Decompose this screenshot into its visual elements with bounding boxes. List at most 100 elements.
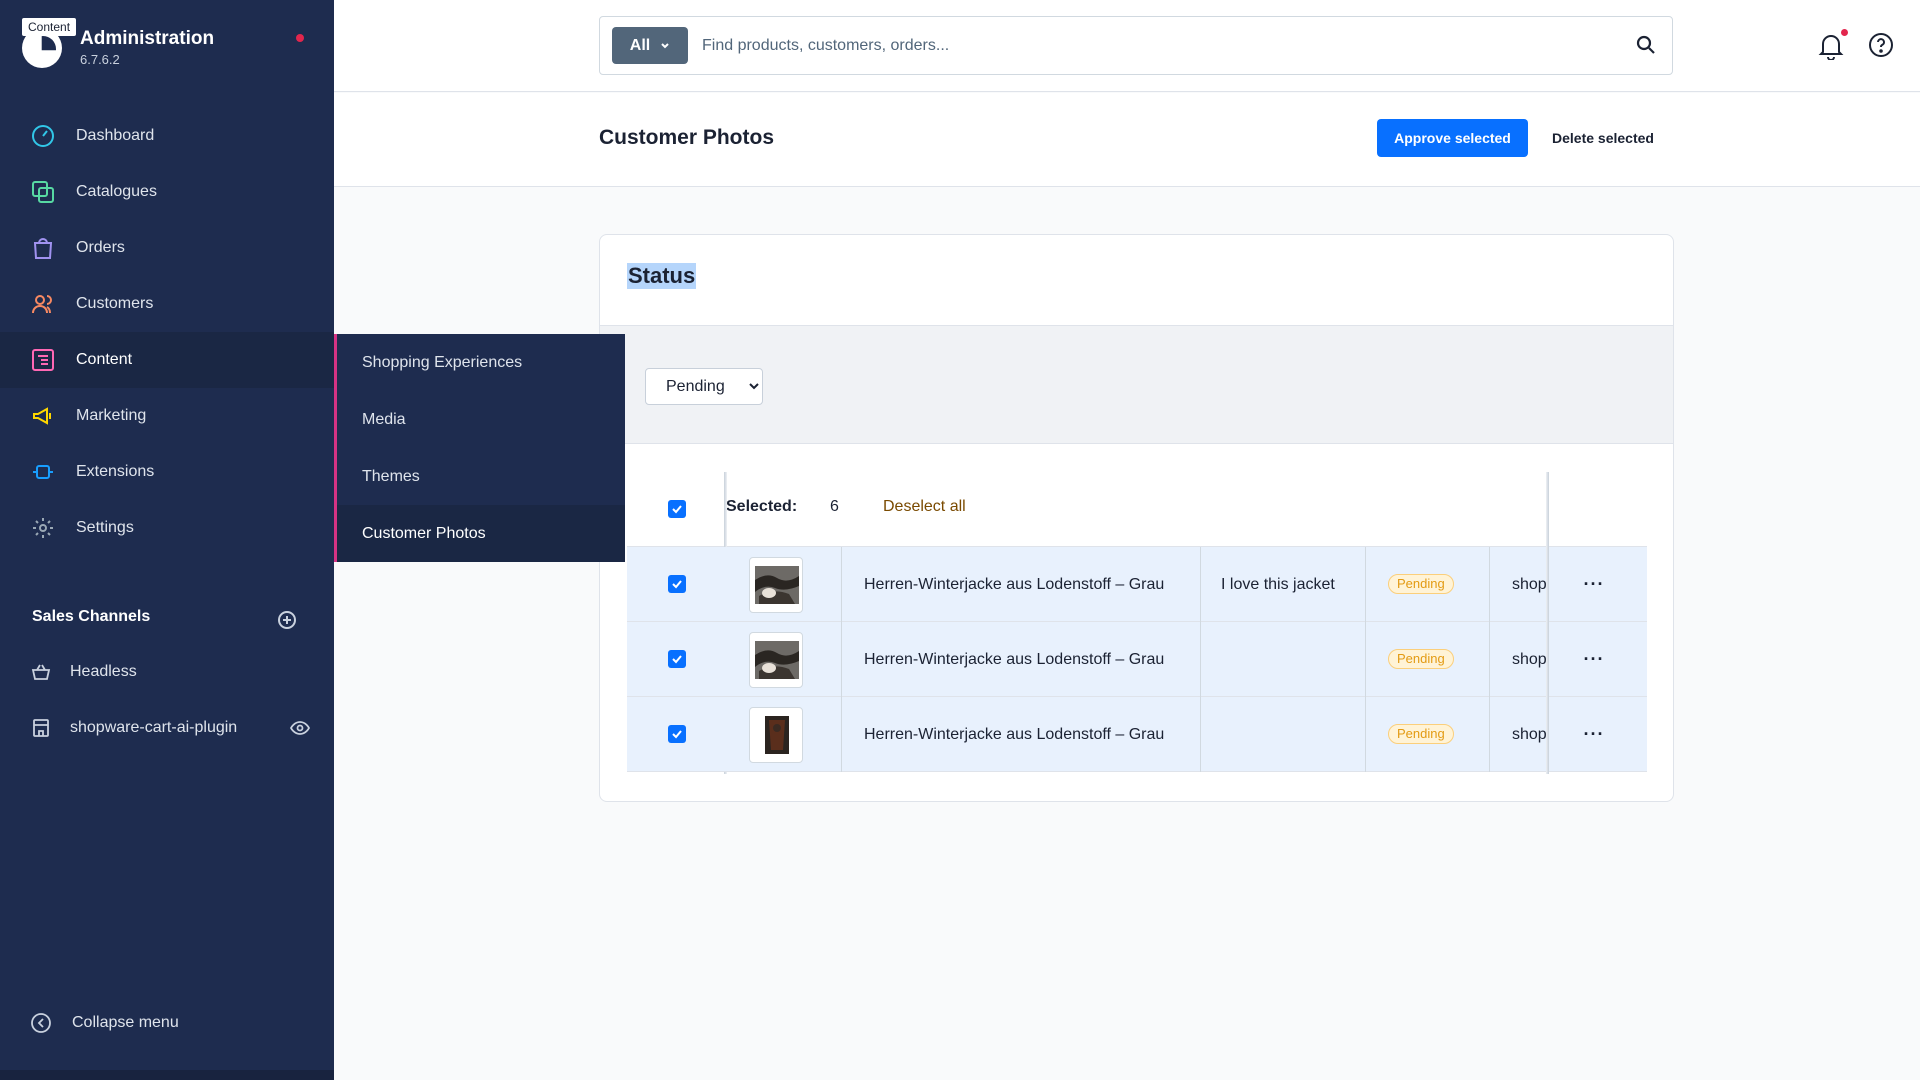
card-title: Status — [627, 263, 697, 289]
chevron-down-icon — [661, 42, 669, 48]
checkmark-icon — [672, 580, 682, 589]
cell-divider — [1200, 547, 1201, 622]
photo-thumbnail[interactable] — [749, 557, 803, 613]
cell-divider — [1365, 622, 1366, 697]
cell-divider — [1365, 697, 1366, 772]
nav-item-label: Catalogues — [76, 183, 157, 200]
row-actions-menu-icon[interactable]: ··· — [1579, 719, 1609, 749]
sidebar: Content Administration 6.7.6.2 Dashboard… — [0, 0, 334, 1080]
selected-label: Selected: — [726, 498, 798, 515]
row-actions-menu-icon[interactable]: ··· — [1579, 644, 1609, 674]
checkmark-icon — [672, 505, 682, 514]
chevron-left-circle-icon — [30, 1012, 52, 1034]
deselect-all-link[interactable]: Deselect all — [883, 498, 966, 516]
nav-item-label: Content — [76, 351, 133, 368]
status-filter-select[interactable]: Pending — [645, 368, 763, 405]
search-type-label: All — [629, 36, 651, 54]
product-name[interactable]: Herren-Winterjacke aus Lodenstoff – Grau — [864, 651, 1164, 669]
jacket-photo-icon — [755, 716, 799, 754]
flyout-item-customer-photos[interactable]: Customer Photos — [337, 505, 625, 562]
catalogue-icon — [30, 179, 56, 205]
content-flyout-menu: Shopping Experiences Media Themes Custom… — [334, 334, 625, 562]
cell-divider — [841, 697, 842, 772]
orders-icon — [30, 235, 56, 261]
table-row[interactable]: Herren-Winterjacke aus Lodenstoff – Grau… — [627, 622, 1647, 697]
grid-header: Selected: 6 Deselect all — [627, 472, 1647, 547]
comment-text: I love this jacket — [1221, 576, 1335, 593]
brand-name: Administration — [80, 28, 215, 49]
collapse-menu-label: Collapse menu — [72, 1014, 179, 1031]
page-header: Customer Photos Approve selected Delete … — [334, 93, 1920, 187]
sales-channel-text: shop — [1512, 651, 1546, 668]
sales-channel-item-headless[interactable]: Headless — [30, 652, 310, 692]
photo-thumbnail[interactable] — [749, 632, 803, 688]
approve-selected-button[interactable]: Approve selected — [1377, 119, 1528, 157]
eye-icon[interactable] — [289, 718, 311, 738]
cell-divider — [841, 547, 842, 622]
checkmark-icon — [672, 655, 682, 664]
nav-item-label: Orders — [76, 239, 125, 256]
page-title: Customer Photos — [599, 126, 775, 149]
selected-count: 6 — [830, 498, 839, 515]
table-row[interactable]: Herren-Winterjacke aus Lodenstoff – Grau… — [627, 547, 1647, 622]
brand-version: 6.7.6.2 — [80, 52, 120, 67]
nav-item-orders[interactable]: Orders — [0, 220, 334, 276]
product-name[interactable]: Herren-Winterjacke aus Lodenstoff – Grau — [864, 576, 1164, 594]
flyout-item-themes[interactable]: Themes — [337, 448, 625, 505]
nav-item-label: Settings — [76, 519, 134, 536]
table-row[interactable]: Herren-Winterjacke aus Lodenstoff – Grau… — [627, 697, 1647, 772]
storefront-icon — [30, 717, 52, 739]
jacket-photo-icon — [755, 641, 799, 679]
nav-item-catalogues[interactable]: Catalogues — [0, 164, 334, 220]
search-icon[interactable] — [1636, 35, 1656, 55]
select-all-checkbox[interactable] — [668, 500, 686, 518]
status-badge: Pending — [1388, 649, 1454, 669]
extensions-icon — [30, 459, 56, 485]
flyout-item-shopping-experiences[interactable]: Shopping Experiences — [337, 334, 625, 391]
nav-item-customers[interactable]: Customers — [0, 276, 334, 332]
marketing-icon — [30, 403, 56, 429]
top-bar: All — [334, 0, 1920, 92]
flyout-item-media[interactable]: Media — [337, 391, 625, 448]
brand-tooltip: Content — [22, 18, 77, 36]
row-actions-menu-icon[interactable]: ··· — [1579, 569, 1609, 599]
nav-item-label: Dashboard — [76, 127, 155, 144]
status-card: Status Pending Selected: 6 Deselect all — [599, 234, 1674, 802]
nav-item-extensions[interactable]: Extensions — [0, 444, 334, 500]
customers-icon — [30, 291, 56, 317]
nav-item-label: Customers — [76, 295, 154, 312]
row-checkbox[interactable] — [668, 725, 686, 743]
photo-thumbnail[interactable] — [749, 707, 803, 763]
nav-item-label: Marketing — [76, 407, 147, 424]
photos-data-grid: Selected: 6 Deselect all Herren-Winterja… — [627, 472, 1647, 774]
status-badge: Pending — [1388, 724, 1454, 744]
cell-divider — [1200, 697, 1201, 772]
main-nav: Dashboard Catalogues Orders Customers Co… — [0, 108, 334, 556]
collapse-menu-button[interactable]: Collapse menu — [30, 1012, 179, 1034]
row-checkbox[interactable] — [668, 650, 686, 668]
brand[interactable]: Content Administration 6.7.6.2 — [22, 18, 312, 74]
help-icon[interactable] — [1868, 32, 1894, 58]
nav-item-marketing[interactable]: Marketing — [0, 388, 334, 444]
search-type-dropdown[interactable]: All — [612, 27, 688, 64]
notifications-bell-icon[interactable] — [1818, 32, 1844, 61]
notification-dot — [1840, 28, 1849, 37]
cell-divider — [841, 622, 842, 697]
nav-item-settings[interactable]: Settings — [0, 500, 334, 556]
cell-divider — [1200, 622, 1201, 697]
status-dot-icon — [296, 34, 304, 42]
delete-selected-button[interactable]: Delete selected — [1540, 119, 1666, 157]
add-sales-channel-icon[interactable] — [277, 610, 297, 630]
dashboard-icon — [30, 123, 56, 149]
search-input[interactable] — [702, 27, 1602, 64]
row-checkbox[interactable] — [668, 575, 686, 593]
sticky-column-shadow-right — [1546, 472, 1549, 774]
sales-channel-label: shopware-cart-ai-plugin — [70, 719, 238, 736]
cell-divider — [1489, 697, 1490, 772]
sales-channel-label: Headless — [70, 663, 137, 680]
nav-item-content[interactable]: Content — [0, 332, 334, 388]
product-name[interactable]: Herren-Winterjacke aus Lodenstoff – Grau — [864, 726, 1164, 744]
sales-channel-item-storefront[interactable]: shopware-cart-ai-plugin — [30, 708, 311, 748]
nav-item-dashboard[interactable]: Dashboard — [0, 108, 334, 164]
status-badge: Pending — [1388, 574, 1454, 594]
